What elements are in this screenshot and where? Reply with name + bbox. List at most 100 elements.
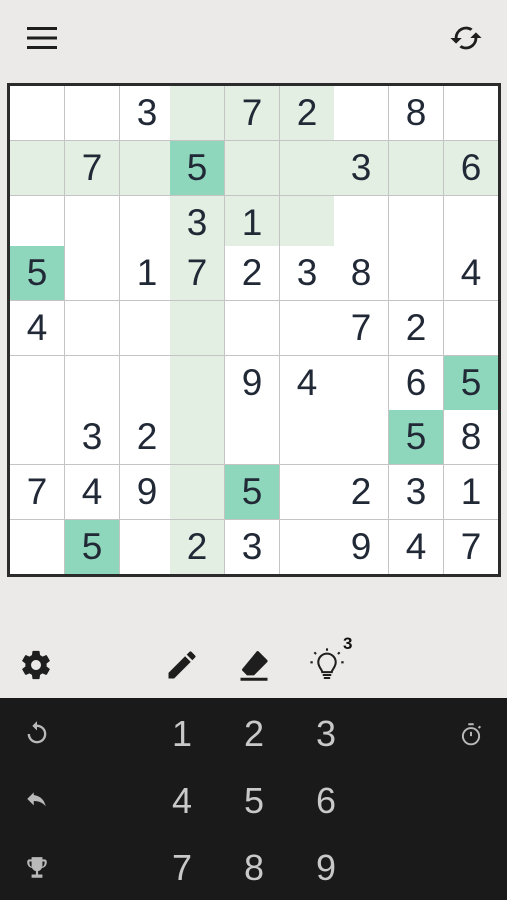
sudoku-cell[interactable] — [389, 141, 443, 195]
sudoku-cell[interactable] — [334, 86, 388, 140]
sudoku-cell[interactable]: 7 — [10, 465, 64, 519]
sudoku-cell[interactable]: 5 — [225, 465, 279, 519]
refresh-icon[interactable] — [444, 18, 488, 58]
gear-icon[interactable] — [14, 643, 58, 687]
stopwatch-icon[interactable] — [451, 714, 491, 754]
sudoku-cell[interactable]: 1 — [120, 246, 174, 300]
sudoku-cell[interactable]: 2 — [389, 301, 443, 355]
sudoku-cell[interactable] — [444, 196, 498, 250]
sudoku-cell[interactable] — [280, 465, 334, 519]
sudoku-cell[interactable] — [280, 141, 334, 195]
sudoku-cell[interactable]: 6 — [389, 356, 443, 410]
sudoku-cell[interactable] — [10, 520, 64, 574]
sudoku-cell[interactable] — [65, 196, 119, 250]
sudoku-cell[interactable]: 4 — [10, 301, 64, 355]
sudoku-cell[interactable]: 5 — [65, 520, 119, 574]
sudoku-cell[interactable] — [280, 520, 334, 574]
trophy-icon[interactable] — [17, 848, 57, 888]
sudoku-cell[interactable]: 4 — [280, 356, 334, 410]
sudoku-cell[interactable] — [120, 356, 174, 410]
sudoku-cell[interactable]: 9 — [120, 465, 174, 519]
sudoku-cell[interactable]: 7 — [334, 301, 388, 355]
sudoku-cell[interactable] — [65, 246, 119, 300]
sudoku-cell[interactable] — [170, 410, 224, 464]
keypad-number-4[interactable]: 4 — [152, 773, 212, 829]
sudoku-cell[interactable]: 4 — [444, 246, 498, 300]
sudoku-cell[interactable] — [170, 465, 224, 519]
restart-icon[interactable] — [17, 714, 57, 754]
sudoku-cell[interactable] — [65, 356, 119, 410]
keypad-number-8[interactable]: 8 — [224, 840, 284, 896]
sudoku-cell[interactable] — [444, 301, 498, 355]
sudoku-cell[interactable] — [120, 301, 174, 355]
sudoku-cell[interactable] — [10, 86, 64, 140]
sudoku-cell[interactable] — [334, 410, 388, 464]
sudoku-cell[interactable]: 3 — [225, 520, 279, 574]
sudoku-cell[interactable]: 6 — [444, 141, 498, 195]
sudoku-cell[interactable]: 9 — [225, 356, 279, 410]
sudoku-cell[interactable] — [225, 301, 279, 355]
sudoku-cell[interactable]: 7 — [65, 141, 119, 195]
sudoku-cell[interactable] — [10, 196, 64, 250]
sudoku-cell[interactable]: 4 — [65, 465, 119, 519]
sudoku-cell[interactable] — [65, 86, 119, 140]
sudoku-cell[interactable]: 3 — [170, 196, 224, 250]
sudoku-cell[interactable] — [10, 410, 64, 464]
sudoku-cell[interactable] — [280, 196, 334, 250]
sudoku-cell[interactable]: 3 — [65, 410, 119, 464]
sudoku-cell[interactable]: 3 — [280, 246, 334, 300]
sudoku-cell[interactable] — [280, 301, 334, 355]
keypad-number-2[interactable]: 2 — [224, 706, 284, 762]
sudoku-cell[interactable] — [120, 520, 174, 574]
keypad-number-1[interactable]: 1 — [152, 706, 212, 762]
sudoku-cell[interactable]: 5 — [170, 141, 224, 195]
undo-icon[interactable] — [17, 781, 57, 821]
sudoku-cell[interactable]: 3 — [334, 141, 388, 195]
sudoku-cell[interactable]: 8 — [444, 410, 498, 464]
sudoku-cell[interactable]: 2 — [334, 465, 388, 519]
sudoku-cell[interactable] — [389, 246, 443, 300]
sudoku-cell[interactable]: 7 — [225, 86, 279, 140]
sudoku-cell[interactable]: 2 — [120, 410, 174, 464]
sudoku-cell[interactable]: 5 — [10, 246, 64, 300]
keypad-number-5[interactable]: 5 — [224, 773, 284, 829]
sudoku-cell[interactable] — [334, 196, 388, 250]
sudoku-cell[interactable] — [170, 301, 224, 355]
sudoku-cell[interactable] — [65, 301, 119, 355]
sudoku-cell[interactable]: 4 — [389, 520, 443, 574]
keypad-number-3[interactable]: 3 — [296, 706, 356, 762]
sudoku-cell[interactable] — [120, 196, 174, 250]
sudoku-cell[interactable]: 8 — [389, 86, 443, 140]
sudoku-cell[interactable]: 2 — [280, 86, 334, 140]
sudoku-cell[interactable]: 1 — [225, 196, 279, 250]
sudoku-cell[interactable] — [334, 356, 388, 410]
sudoku-cell[interactable] — [10, 141, 64, 195]
sudoku-cell[interactable]: 8 — [334, 246, 388, 300]
hint-count-badge: 3 — [343, 634, 353, 653]
keypad-number-6[interactable]: 6 — [296, 773, 356, 829]
pencil-icon[interactable] — [160, 643, 204, 687]
sudoku-cell[interactable]: 7 — [170, 246, 224, 300]
sudoku-cell[interactable] — [225, 141, 279, 195]
sudoku-cell[interactable] — [389, 196, 443, 250]
sudoku-cell[interactable] — [170, 356, 224, 410]
sudoku-cell[interactable]: 1 — [444, 465, 498, 519]
sudoku-cell[interactable]: 9 — [334, 520, 388, 574]
sudoku-cell[interactable] — [170, 86, 224, 140]
sudoku-cell[interactable] — [444, 86, 498, 140]
sudoku-cell[interactable]: 5 — [389, 410, 443, 464]
keypad-number-7[interactable]: 7 — [152, 840, 212, 896]
sudoku-cell[interactable]: 3 — [389, 465, 443, 519]
sudoku-cell[interactable]: 5 — [444, 356, 498, 410]
sudoku-cell[interactable] — [10, 356, 64, 410]
keypad-number-9[interactable]: 9 — [296, 840, 356, 896]
hamburger-icon[interactable] — [22, 20, 62, 56]
sudoku-cell[interactable]: 7 — [444, 520, 498, 574]
sudoku-cell[interactable] — [280, 410, 334, 464]
sudoku-cell[interactable] — [225, 410, 279, 464]
sudoku-cell[interactable]: 2 — [170, 520, 224, 574]
sudoku-cell[interactable]: 3 — [120, 86, 174, 140]
sudoku-cell[interactable] — [120, 141, 174, 195]
eraser-icon[interactable] — [232, 643, 276, 687]
sudoku-cell[interactable]: 2 — [225, 246, 279, 300]
